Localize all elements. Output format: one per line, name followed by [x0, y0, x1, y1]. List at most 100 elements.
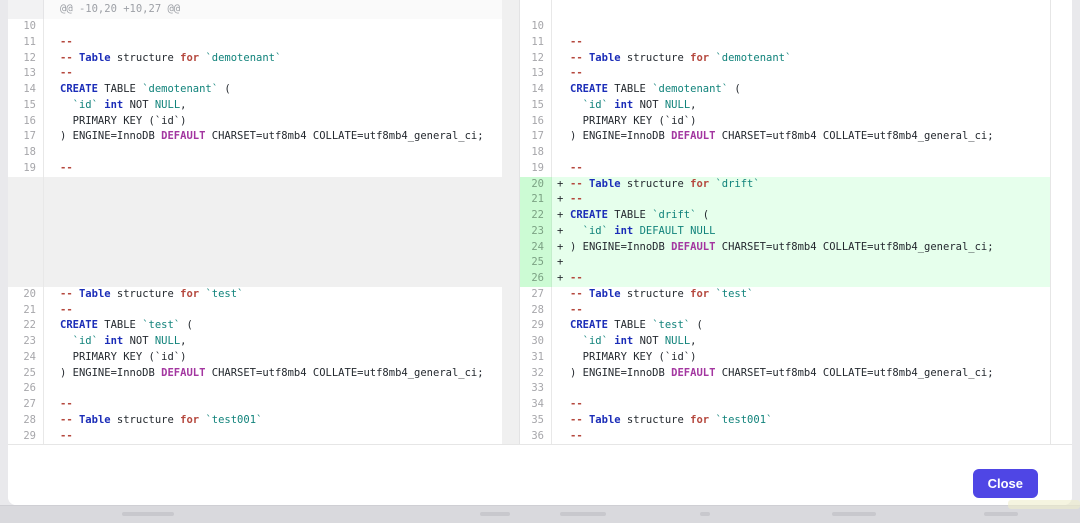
line-number: 13	[520, 66, 552, 82]
code-line: @@ -10,20 +10,27 @@	[44, 0, 502, 19]
dimmed-background-page	[0, 505, 1080, 523]
line-number: 21	[520, 192, 552, 208]
code-line	[44, 192, 502, 208]
line-number: 26	[520, 271, 552, 287]
diff-row	[8, 192, 502, 208]
diff-marker	[557, 129, 570, 145]
code-line	[44, 271, 502, 287]
diff-marker	[557, 19, 570, 35]
line-number	[8, 224, 44, 240]
close-button[interactable]: Close	[973, 469, 1038, 498]
code-line: `id` int NOT NULL,	[552, 98, 1050, 114]
code-line: CREATE TABLE `test` (	[552, 318, 1050, 334]
line-number: 15	[8, 98, 44, 114]
line-number: 12	[8, 51, 44, 67]
diff-row: 17) ENGINE=InnoDB DEFAULT CHARSET=utf8mb…	[8, 129, 502, 145]
code-line	[552, 19, 1050, 35]
diff-right-pane: 10 11 --12 -- Table structure for `demot…	[520, 0, 1050, 444]
diff-row: 20-- Table structure for `test`	[8, 287, 502, 303]
background-artifact	[122, 512, 174, 516]
line-number: 13	[8, 66, 44, 82]
code-line: -- Table structure for `test`	[44, 287, 502, 303]
code-line: PRIMARY KEY (`id`)	[552, 114, 1050, 130]
diff-marker	[557, 381, 570, 397]
line-number: 11	[8, 35, 44, 51]
code-line: `id` int NOT NULL,	[44, 334, 502, 350]
code-line	[552, 145, 1050, 161]
code-line: -- Table structure for `test001`	[44, 413, 502, 429]
code-line: `id` int NOT NULL,	[552, 334, 1050, 350]
diff-row: 15 `id` int NOT NULL,	[520, 98, 1050, 114]
diff-added-row: 20+-- Table structure for `drift`	[520, 177, 1050, 193]
diff-marker	[557, 66, 570, 82]
line-number	[8, 271, 44, 287]
diff-row: 23 `id` int NOT NULL,	[8, 334, 502, 350]
code-line: CREATE TABLE `demotenant` (	[44, 82, 502, 98]
diff-row: 19--	[8, 161, 502, 177]
diff-row: 19 --	[520, 161, 1050, 177]
diff-row: 24 PRIMARY KEY (`id`)	[8, 350, 502, 366]
diff-marker: +	[557, 192, 570, 208]
line-number	[8, 177, 44, 193]
diff-viewer[interactable]: @@ -10,20 +10,27 @@1011--12-- Table stru…	[8, 0, 1072, 445]
line-number	[8, 240, 44, 256]
line-number: 19	[8, 161, 44, 177]
diff-added-row: 26+--	[520, 271, 1050, 287]
code-line: CREATE TABLE `demotenant` (	[552, 82, 1050, 98]
line-number: 34	[520, 397, 552, 413]
code-line: +--	[552, 271, 1050, 287]
diff-marker	[557, 429, 570, 445]
diff-marker: +	[557, 240, 570, 256]
line-number: 23	[8, 334, 44, 350]
line-number: 29	[520, 318, 552, 334]
code-line: ) ENGINE=InnoDB DEFAULT CHARSET=utf8mb4 …	[44, 366, 502, 382]
diff-row: 11 --	[520, 35, 1050, 51]
code-line: --	[552, 429, 1050, 445]
diff-row: 13 --	[520, 66, 1050, 82]
diff-row: 11--	[8, 35, 502, 51]
code-line: ) ENGINE=InnoDB DEFAULT CHARSET=utf8mb4 …	[552, 366, 1050, 382]
line-number	[520, 0, 552, 19]
diff-row: 28-- Table structure for `test001`	[8, 413, 502, 429]
code-line: PRIMARY KEY (`id`)	[44, 114, 502, 130]
line-number: 22	[8, 318, 44, 334]
background-artifact	[560, 512, 606, 516]
code-line: + `id` int DEFAULT NULL	[552, 224, 1050, 240]
line-number: 17	[520, 129, 552, 145]
diff-right-margin	[1050, 0, 1072, 444]
code-line: --	[44, 161, 502, 177]
diff-marker	[557, 161, 570, 177]
code-line: PRIMARY KEY (`id`)	[44, 350, 502, 366]
line-number: 28	[520, 303, 552, 319]
line-number: 25	[520, 255, 552, 271]
diff-row: 34 --	[520, 397, 1050, 413]
background-artifact	[700, 512, 710, 516]
code-line	[44, 177, 502, 193]
diff-hunk-row: @@ -10,20 +10,27 @@	[8, 0, 502, 19]
diff-row: 14CREATE TABLE `demotenant` (	[8, 82, 502, 98]
line-number	[8, 0, 44, 19]
line-number: 30	[520, 334, 552, 350]
diff-modal: @@ -10,20 +10,27 @@1011--12-- Table stru…	[8, 0, 1072, 505]
line-number: 14	[520, 82, 552, 98]
line-number: 20	[520, 177, 552, 193]
diff-row: 15 `id` int NOT NULL,	[8, 98, 502, 114]
diff-row: 27 -- Table structure for `test`	[520, 287, 1050, 303]
diff-row: 17 ) ENGINE=InnoDB DEFAULT CHARSET=utf8m…	[520, 129, 1050, 145]
line-number: 21	[8, 303, 44, 319]
diff-row: 32 ) ENGINE=InnoDB DEFAULT CHARSET=utf8m…	[520, 366, 1050, 382]
line-number: 24	[520, 240, 552, 256]
code-line: +	[552, 255, 1050, 271]
diff-row: 35 -- Table structure for `test001`	[520, 413, 1050, 429]
diff-row: 10	[8, 19, 502, 35]
diff-row	[8, 208, 502, 224]
diff-row	[8, 177, 502, 193]
diff-row: 31 PRIMARY KEY (`id`)	[520, 350, 1050, 366]
line-number	[8, 208, 44, 224]
diff-row: 21--	[8, 303, 502, 319]
diff-marker	[557, 35, 570, 51]
line-number: 20	[8, 287, 44, 303]
code-line	[552, 0, 1050, 19]
diff-added-row: 21+--	[520, 192, 1050, 208]
line-number: 28	[8, 413, 44, 429]
